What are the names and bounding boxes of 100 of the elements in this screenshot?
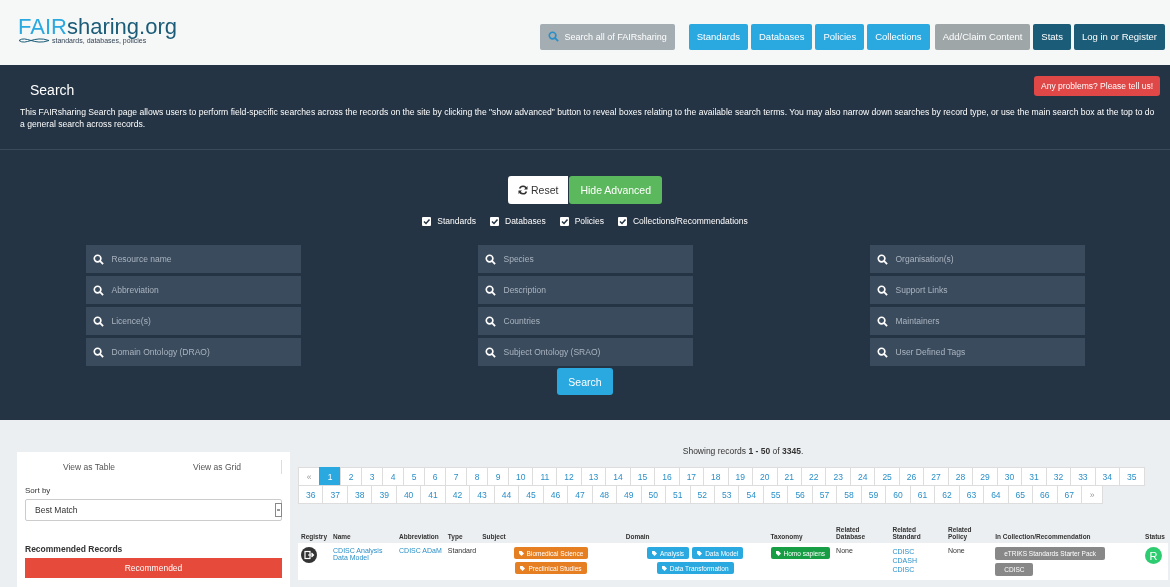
search-icon — [92, 346, 104, 358]
search-field[interactable]: Countries — [477, 307, 693, 335]
results-summary: Showing records 1 - 50 of 3345. — [681, 446, 805, 458]
nav-button[interactable]: Databases — [751, 23, 813, 50]
page-button[interactable]: 64 — [983, 485, 1009, 504]
page-button[interactable]: 62 — [934, 485, 960, 504]
page-button[interactable]: 36 — [298, 485, 324, 504]
search-icon — [484, 315, 496, 327]
checkbox[interactable] — [422, 216, 432, 226]
checkbox[interactable] — [490, 216, 499, 226]
checkbox-label: Collections/Recommendations — [632, 216, 748, 226]
search-icon — [547, 31, 559, 42]
search-icon — [92, 253, 104, 265]
search-field[interactable]: Support Links — [869, 276, 1085, 304]
search-icon — [484, 284, 496, 296]
search-field[interactable]: Licence(s) — [85, 307, 301, 335]
page-button[interactable]: 46 — [542, 485, 569, 504]
search-icon — [92, 315, 104, 327]
tag-icon — [697, 550, 703, 556]
search-field[interactable]: Resource name — [85, 245, 301, 273]
nav-button[interactable]: Standards — [688, 23, 748, 50]
nav-button[interactable]: Policies — [815, 23, 865, 50]
checkbox[interactable] — [617, 216, 627, 226]
search-field[interactable]: Domain Ontology (DRAO) — [85, 338, 301, 366]
view-tab[interactable]: View as Table — [25, 458, 153, 476]
search-icon — [484, 346, 496, 358]
checkbox-label: Policies — [574, 216, 604, 226]
refresh-icon — [517, 185, 528, 195]
page-button[interactable]: 35 — [1119, 467, 1145, 486]
page-button[interactable]: 39 — [371, 485, 397, 504]
search-icon — [876, 315, 888, 327]
search-field[interactable]: User Defined Tags — [869, 338, 1085, 366]
search-icon — [876, 253, 888, 265]
search-icon — [876, 346, 888, 358]
page-button[interactable]: 58 — [836, 485, 862, 504]
search-icon — [92, 284, 104, 296]
tag-icon — [775, 550, 781, 556]
page-button[interactable]: 57 — [811, 485, 838, 504]
recommended-button[interactable]: Recommended — [25, 558, 282, 578]
checkbox-label: Standards — [437, 216, 476, 226]
site-search-field[interactable]: Search all of FAIRsharing — [539, 23, 675, 50]
search-field[interactable]: Description — [477, 276, 693, 304]
search-field[interactable]: Species — [477, 245, 693, 273]
page-button[interactable]: 45 — [518, 485, 544, 504]
search-field[interactable]: Subject Ontology (SRAO) — [477, 338, 693, 366]
page-button[interactable]: 59 — [860, 485, 887, 504]
dropdown-icon — [275, 500, 282, 520]
registry-icon — [301, 547, 317, 563]
page-button[interactable]: 38 — [346, 485, 373, 504]
page-button[interactable]: 55 — [762, 485, 789, 504]
logo-text[interactable]: FAIRsharing.org — [18, 16, 177, 38]
page-button[interactable]: 49 — [616, 485, 642, 504]
hide-advanced-button[interactable]: Hide Advanced — [569, 176, 663, 204]
search-button[interactable]: Search — [557, 368, 613, 395]
sort-label: Sort by — [25, 486, 52, 495]
page-button[interactable]: 61 — [909, 485, 936, 504]
page-button[interactable]: 65 — [1007, 485, 1034, 504]
checkbox[interactable] — [559, 216, 569, 226]
section-heading: Recommended Records — [25, 544, 124, 554]
page-button[interactable]: 44 — [493, 485, 520, 504]
reset-button[interactable]: Reset — [507, 176, 569, 204]
page-button[interactable]: 42 — [444, 485, 471, 504]
search-description: This FAIRsharing Search page allows users to perform field-specific searches across the records on the site by clicking the "show advanced" button to reveal boxes relating to the available search terms. You may also narrow down searches by record type, or use the main search box at the top to do a general search across records. — [20, 106, 1156, 130]
sort-dropdown[interactable]: Best Match — [25, 499, 282, 521]
search-icon — [484, 253, 496, 265]
search-field[interactable]: Maintainers — [869, 307, 1085, 335]
page-title: Search — [30, 82, 75, 98]
nav-button[interactable]: Log in or Register — [1074, 23, 1165, 50]
page-button[interactable]: 47 — [567, 485, 593, 504]
page-button[interactable]: 53 — [713, 485, 740, 504]
nav-button[interactable]: Stats — [1033, 23, 1071, 50]
page-button[interactable]: 37 — [322, 485, 348, 504]
view-tab[interactable]: View as Grid — [153, 458, 281, 476]
page-button[interactable]: 51 — [665, 485, 691, 504]
checkbox-label: Databases — [505, 216, 546, 226]
page-button[interactable]: 48 — [591, 485, 618, 504]
search-field[interactable]: Organisation(s) — [869, 245, 1085, 273]
wave-icon — [18, 36, 50, 45]
page-button[interactable]: 50 — [640, 485, 667, 504]
page-button[interactable]: 43 — [469, 485, 495, 504]
status-badge: R — [1145, 547, 1163, 564]
next-page-button[interactable]: » — [1081, 485, 1103, 504]
page-button[interactable]: 60 — [885, 485, 911, 504]
tag-icon — [661, 565, 667, 571]
page-button[interactable]: 67 — [1056, 485, 1082, 504]
page-button[interactable]: 63 — [958, 485, 985, 504]
feedback-button[interactable]: Any problems? Please tell us! — [1034, 76, 1160, 96]
search-icon — [876, 284, 888, 296]
nav-button[interactable]: Add/Claim Content — [934, 23, 1031, 50]
tag-icon — [518, 550, 524, 556]
tag-icon — [520, 565, 526, 571]
page-button[interactable]: 66 — [1032, 485, 1058, 504]
search-field[interactable]: Abbreviation — [85, 276, 301, 304]
page-button[interactable]: 54 — [738, 485, 764, 504]
page-button[interactable]: 40 — [395, 485, 422, 504]
tag-icon — [651, 550, 657, 556]
page-button[interactable]: 52 — [689, 485, 715, 504]
page-button[interactable]: 41 — [420, 485, 446, 504]
page-button[interactable]: 56 — [787, 485, 813, 504]
nav-button[interactable]: Collections — [867, 23, 930, 50]
